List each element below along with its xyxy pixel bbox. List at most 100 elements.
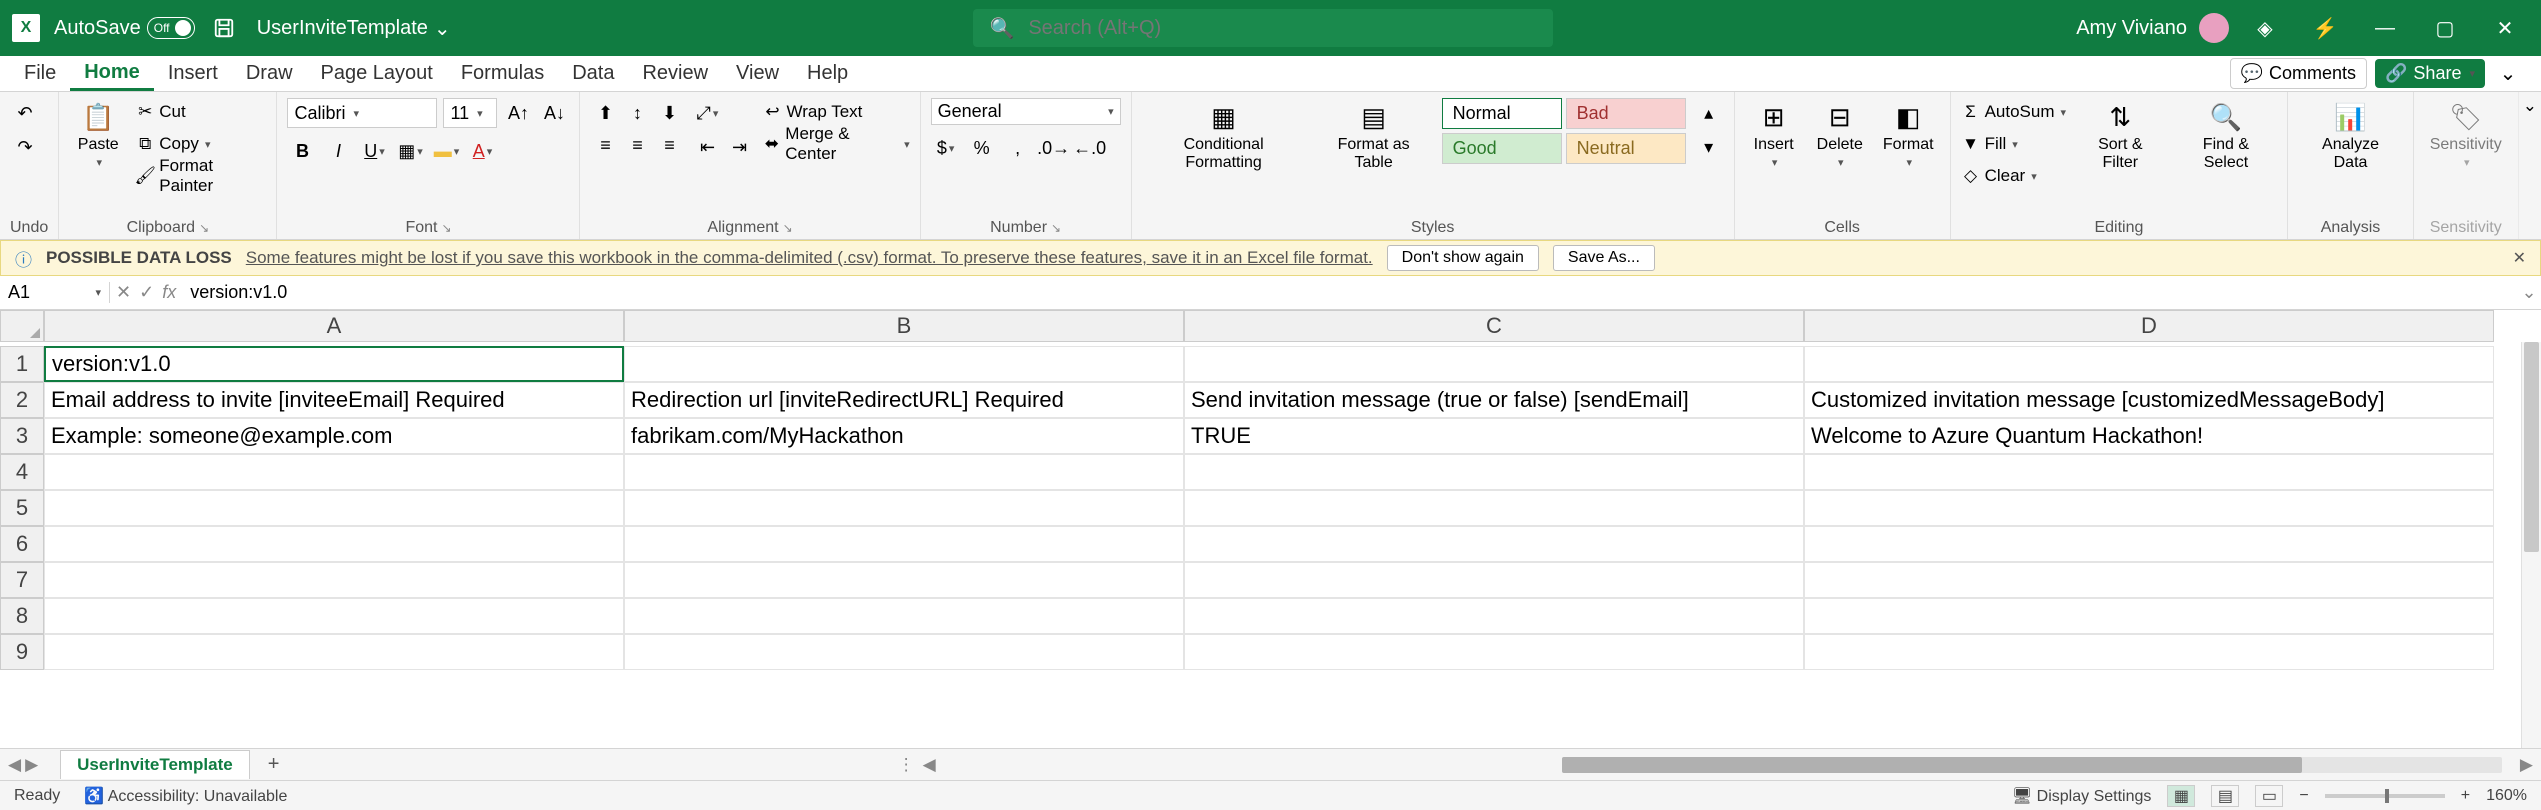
- row-header-3[interactable]: 3: [0, 418, 44, 454]
- wrap-text-button[interactable]: ↩Wrap Text: [762, 98, 909, 126]
- scrollbar-thumb[interactable]: [2524, 342, 2539, 552]
- share-button[interactable]: 🔗Share▾: [2375, 59, 2485, 88]
- minimize-button[interactable]: —: [2361, 4, 2409, 52]
- cell-b9[interactable]: [624, 634, 1184, 670]
- cut-button[interactable]: ✂Cut: [135, 98, 266, 126]
- coming-soon-icon[interactable]: ⚡: [2301, 4, 2349, 52]
- orientation-button[interactable]: ⤢▾: [692, 98, 722, 128]
- dialog-launcher-icon[interactable]: ↘: [441, 221, 451, 235]
- tab-home[interactable]: Home: [70, 56, 154, 91]
- cell-d9[interactable]: [1804, 634, 2494, 670]
- name-box[interactable]: A1▾: [0, 282, 110, 303]
- styles-up-button[interactable]: ▴: [1694, 98, 1724, 128]
- col-header-a[interactable]: A: [44, 310, 624, 342]
- select-all-corner[interactable]: [0, 310, 44, 342]
- cell-c6[interactable]: [1184, 526, 1804, 562]
- cell-a4[interactable]: [44, 454, 624, 490]
- style-bad[interactable]: Bad: [1566, 98, 1686, 129]
- font-color-button[interactable]: A▾: [467, 136, 497, 166]
- cell-d4[interactable]: [1804, 454, 2494, 490]
- infobar-close-button[interactable]: ✕: [2513, 248, 2526, 268]
- zoom-slider[interactable]: [2325, 794, 2445, 798]
- percent-button[interactable]: %: [967, 133, 997, 163]
- ribbon-expand-button[interactable]: ⌄: [2519, 92, 2541, 239]
- cell-b2[interactable]: Redirection url [inviteRedirectURL] Requ…: [624, 382, 1184, 418]
- cell-b1[interactable]: [624, 346, 1184, 382]
- close-button[interactable]: ✕: [2481, 4, 2529, 52]
- delete-cells-button[interactable]: ⊟Delete▾: [1811, 98, 1869, 171]
- fx-icon[interactable]: fx: [162, 282, 176, 303]
- hscroll-left-button[interactable]: ◀: [915, 755, 944, 775]
- style-neutral[interactable]: Neutral: [1566, 133, 1686, 164]
- cell-b4[interactable]: [624, 454, 1184, 490]
- sheet-next-button[interactable]: ▶: [25, 755, 38, 775]
- format-painter-button[interactable]: 🖌Format Painter: [135, 162, 266, 190]
- merge-center-button[interactable]: ⬌Merge & Center▾: [762, 130, 909, 158]
- cell-a8[interactable]: [44, 598, 624, 634]
- cell-a5[interactable]: [44, 490, 624, 526]
- cell-d2[interactable]: Customized invitation message [customize…: [1804, 382, 2494, 418]
- cell-b8[interactable]: [624, 598, 1184, 634]
- vertical-scrollbar[interactable]: [2521, 342, 2541, 748]
- cell-c9[interactable]: [1184, 634, 1804, 670]
- cell-d5[interactable]: [1804, 490, 2494, 526]
- cell-a2[interactable]: Email address to invite [inviteeEmail] R…: [44, 382, 624, 418]
- align-left-button[interactable]: ≡: [590, 130, 620, 160]
- display-settings-button[interactable]: 🖥 Display Settings: [2012, 786, 2151, 806]
- hscroll-right-button[interactable]: ▶: [2512, 755, 2541, 775]
- align-right-button[interactable]: ≡: [654, 130, 684, 160]
- accessibility-status[interactable]: ♿ Accessibility: Unavailable: [84, 786, 287, 806]
- split-handle-icon[interactable]: ⋮: [898, 755, 915, 775]
- fill-color-button[interactable]: ▬▾: [431, 136, 461, 166]
- styles-down-button[interactable]: ▾: [1694, 132, 1724, 162]
- find-select-button[interactable]: 🔍Find & Select: [2175, 98, 2278, 173]
- tab-help[interactable]: Help: [793, 56, 862, 91]
- format-cells-button[interactable]: ◧Format▾: [1877, 98, 1940, 171]
- search-box[interactable]: 🔍: [973, 9, 1553, 47]
- sort-filter-button[interactable]: ⇅Sort & Filter: [2074, 98, 2167, 173]
- comma-button[interactable]: ,: [1003, 133, 1033, 163]
- view-page-break-button[interactable]: ▭: [2255, 785, 2283, 807]
- autosave-toggle[interactable]: Off: [147, 17, 195, 39]
- col-header-b[interactable]: B: [624, 310, 1184, 342]
- row-header-2[interactable]: 2: [0, 382, 44, 418]
- cell-a6[interactable]: [44, 526, 624, 562]
- tab-data[interactable]: Data: [558, 56, 628, 91]
- decrease-indent-button[interactable]: ⇤: [692, 132, 722, 162]
- decrease-font-button[interactable]: A↓: [539, 98, 569, 128]
- underline-button[interactable]: U▾: [359, 136, 389, 166]
- cell-d1[interactable]: [1804, 346, 2494, 382]
- cell-b6[interactable]: [624, 526, 1184, 562]
- fill-button[interactable]: ▼Fill▾: [1961, 130, 2066, 158]
- row-header-5[interactable]: 5: [0, 490, 44, 526]
- avatar[interactable]: [2199, 13, 2229, 43]
- number-format-select[interactable]: General▾: [931, 98, 1121, 125]
- align-top-button[interactable]: ⬆: [590, 98, 620, 128]
- increase-font-button[interactable]: A↑: [503, 98, 533, 128]
- align-center-button[interactable]: ≡: [622, 130, 652, 160]
- maximize-button[interactable]: ▢: [2421, 4, 2469, 52]
- view-page-layout-button[interactable]: ▤: [2211, 785, 2239, 807]
- clear-button[interactable]: ◇Clear▾: [1961, 162, 2066, 190]
- cell-a9[interactable]: [44, 634, 624, 670]
- style-normal[interactable]: Normal: [1442, 98, 1562, 129]
- sheet-tab[interactable]: UserInviteTemplate: [60, 750, 250, 779]
- cell-a3[interactable]: Example: someone@example.com: [44, 418, 624, 454]
- cell-c3[interactable]: TRUE: [1184, 418, 1804, 454]
- cell-d7[interactable]: [1804, 562, 2494, 598]
- save-icon[interactable]: [213, 17, 235, 39]
- sheet-prev-button[interactable]: ◀: [8, 755, 21, 775]
- cell-c5[interactable]: [1184, 490, 1804, 526]
- autosum-button[interactable]: ΣAutoSum▾: [1961, 98, 2066, 126]
- infobar-message[interactable]: Some features might be lost if you save …: [246, 248, 1373, 268]
- decrease-decimal-button[interactable]: ←.0: [1075, 133, 1105, 163]
- font-name-select[interactable]: Calibri▾: [287, 98, 437, 128]
- cell-d3[interactable]: Welcome to Azure Quantum Hackathon!: [1804, 418, 2494, 454]
- row-header-8[interactable]: 8: [0, 598, 44, 634]
- cancel-icon[interactable]: ✕: [116, 282, 131, 303]
- horizontal-scrollbar[interactable]: [1562, 757, 2502, 773]
- cell-c1[interactable]: [1184, 346, 1804, 382]
- cell-d6[interactable]: [1804, 526, 2494, 562]
- dialog-launcher-icon[interactable]: ↘: [1051, 221, 1061, 235]
- increase-indent-button[interactable]: ⇥: [724, 132, 754, 162]
